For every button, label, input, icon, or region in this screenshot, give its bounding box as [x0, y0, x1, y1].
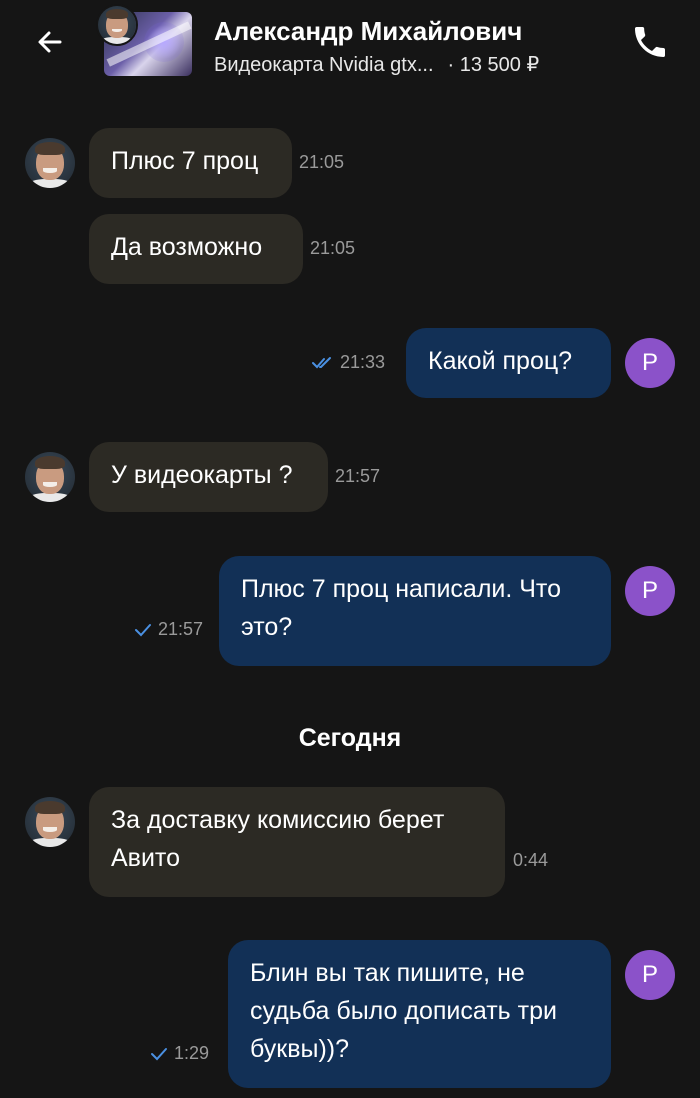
message-bubble-outgoing[interactable]: Какой проц? — [406, 328, 611, 398]
phone-icon — [635, 27, 665, 57]
double-check-icon — [312, 356, 331, 368]
chat-title[interactable]: Александр Михайлович — [214, 16, 522, 47]
message-text-line: За доставку комиссию берет — [111, 806, 445, 834]
chat-header: Александр Михайлович Видеокарта Nvidia g… — [0, 0, 700, 90]
call-button[interactable] — [626, 18, 674, 66]
message-time: 21:05 — [299, 152, 345, 172]
my-avatar: Р — [625, 566, 675, 616]
ad-price: · 13 500 ₽ — [447, 54, 540, 76]
my-avatar-initial: Р — [641, 577, 658, 604]
message-bubble-incoming[interactable]: Плюс 7 проц — [89, 128, 292, 198]
seller-avatar[interactable] — [25, 797, 75, 847]
seller-avatar-small — [96, 4, 138, 46]
message-text-line: буквы))? — [250, 1035, 350, 1063]
message-status: 1:29 — [150, 1043, 209, 1064]
message-time: 21:33 — [340, 352, 386, 372]
ad-title: Видеокарта Nvidia gtx... — [214, 54, 434, 76]
my-avatar-initial: Р — [641, 349, 658, 376]
message-time: 1:29 — [174, 1043, 210, 1063]
message-time: 0:44 — [513, 850, 549, 870]
message-bubble-outgoing[interactable]: Плюс 7 проц написали. Что это? — [219, 556, 611, 666]
message-bubble-outgoing[interactable]: Блин вы так пишите, не судьба было допис… — [228, 940, 611, 1088]
seller-avatar[interactable] — [25, 452, 75, 502]
message-text-line: это? — [241, 613, 293, 641]
date-separator: Сегодня — [298, 724, 402, 752]
my-avatar: Р — [625, 950, 675, 1000]
message-text: Да возможно — [111, 233, 263, 261]
message-time: 21:57 — [335, 466, 381, 486]
message-bubble-incoming[interactable]: За доставку комиссию берет Авито — [89, 787, 505, 897]
message-text-line: судьба было дописать три — [250, 997, 557, 1025]
message-text-line: Плюс 7 проц написали. Что — [241, 575, 562, 603]
seller-avatar[interactable] — [25, 138, 75, 188]
check-icon — [135, 623, 151, 636]
message-text-line: Авито — [111, 844, 180, 872]
message-bubble-incoming[interactable]: Да возможно — [89, 214, 303, 284]
message-time: 21:57 — [158, 619, 204, 639]
ad-subtitle[interactable]: Видеокарта Nvidia gtx... · 13 500 ₽ — [214, 52, 539, 77]
my-avatar-initial: Р — [641, 961, 658, 988]
message-bubble-incoming[interactable]: У видеокарты ? — [89, 442, 328, 512]
my-avatar: Р — [625, 338, 675, 388]
back-button[interactable] — [28, 20, 72, 64]
message-text: Плюс 7 проц — [111, 147, 259, 175]
message-status: 21:57 — [134, 619, 203, 640]
arrow-left-icon — [38, 31, 62, 53]
message-text: Какой проц? — [428, 347, 573, 375]
check-icon — [151, 1047, 167, 1060]
message-text-line: Блин вы так пишите, не — [250, 959, 525, 987]
message-status: 21:33 — [312, 352, 385, 373]
message-text: У видеокарты ? — [111, 461, 293, 489]
message-time: 21:05 — [310, 238, 356, 258]
